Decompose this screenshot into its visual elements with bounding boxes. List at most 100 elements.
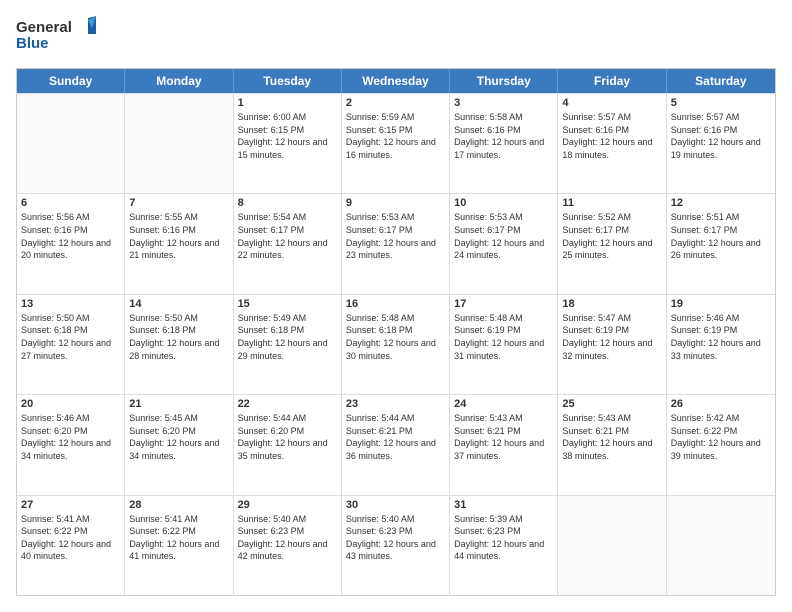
- day-number: 7: [129, 197, 228, 209]
- calendar-empty-cell: [667, 496, 775, 595]
- day-number: 25: [562, 398, 661, 410]
- day-info: Sunrise: 5:39 AM Sunset: 6:23 PM Dayligh…: [454, 513, 553, 563]
- day-number: 12: [671, 197, 771, 209]
- logo-svg: General Blue: [16, 16, 96, 58]
- day-number: 29: [238, 499, 337, 511]
- day-number: 6: [21, 197, 120, 209]
- calendar-row-0: 1Sunrise: 6:00 AM Sunset: 6:15 PM Daylig…: [17, 93, 775, 193]
- calendar-day-23: 23Sunrise: 5:44 AM Sunset: 6:21 PM Dayli…: [342, 395, 450, 494]
- calendar-day-30: 30 Sunrise: 5:40 AM Sunset: 6:23 PM Dayli…: [342, 496, 450, 595]
- calendar-empty-cell: [125, 94, 233, 193]
- calendar-day-17: 17 Sunrise: 5:48 AM Sunset: 6:19 PM Dayli…: [450, 295, 558, 394]
- day-info: Sunrise: 5:48 AM Sunset: 6:18 PM Dayligh…: [346, 312, 445, 362]
- weekday-header-monday: Monday: [125, 69, 233, 93]
- svg-text:Blue: Blue: [16, 35, 49, 52]
- calendar-day-14: 14Sunrise: 5:50 AM Sunset: 6:18 PM Dayli…: [125, 295, 233, 394]
- day-number: 24: [454, 398, 553, 410]
- day-number: 19: [671, 298, 771, 310]
- day-info: Sunrise: 5:44 AM Sunset: 6:20 PM Dayligh…: [238, 412, 337, 462]
- day-info: Sunrise: 5:41 AM Sunset: 6:22 PM Dayligh…: [129, 513, 228, 563]
- calendar-day-2: 2 Sunrise: 5:59 AM Sunset: 6:15 PM Daylig…: [342, 94, 450, 193]
- day-number: 11: [562, 197, 661, 209]
- calendar-header: SundayMondayTuesdayWednesdayThursdayFrid…: [17, 69, 775, 93]
- day-info: Sunrise: 5:49 AM Sunset: 6:18 PM Dayligh…: [238, 312, 337, 362]
- day-number: 28: [129, 499, 228, 511]
- calendar-day-20: 20Sunrise: 5:46 AM Sunset: 6:20 PM Dayli…: [17, 395, 125, 494]
- day-number: 27: [21, 499, 120, 511]
- calendar-day-1: 1Sunrise: 6:00 AM Sunset: 6:15 PM Daylig…: [234, 94, 342, 193]
- calendar-day-9: 9 Sunrise: 5:53 AM Sunset: 6:17 PM Daylig…: [342, 194, 450, 293]
- header: General Blue: [16, 16, 776, 58]
- calendar-day-6: 6 Sunrise: 5:56 AM Sunset: 6:16 PM Daylig…: [17, 194, 125, 293]
- day-info: Sunrise: 5:59 AM Sunset: 6:15 PM Dayligh…: [346, 111, 445, 161]
- calendar-day-22: 22 Sunrise: 5:44 AM Sunset: 6:20 PM Dayli…: [234, 395, 342, 494]
- day-number: 17: [454, 298, 553, 310]
- day-info: Sunrise: 5:47 AM Sunset: 6:19 PM Dayligh…: [562, 312, 661, 362]
- day-info: Sunrise: 5:51 AM Sunset: 6:17 PM Dayligh…: [671, 211, 771, 261]
- calendar-day-27: 27Sunrise: 5:41 AM Sunset: 6:22 PM Dayli…: [17, 496, 125, 595]
- calendar-row-1: 6 Sunrise: 5:56 AM Sunset: 6:16 PM Daylig…: [17, 193, 775, 293]
- day-number: 10: [454, 197, 553, 209]
- calendar-body: 1Sunrise: 6:00 AM Sunset: 6:15 PM Daylig…: [17, 93, 775, 595]
- day-info: Sunrise: 5:52 AM Sunset: 6:17 PM Dayligh…: [562, 211, 661, 261]
- day-info: Sunrise: 5:58 AM Sunset: 6:16 PM Dayligh…: [454, 111, 553, 161]
- day-info: Sunrise: 5:57 AM Sunset: 6:16 PM Dayligh…: [562, 111, 661, 161]
- calendar-empty-cell: [558, 496, 666, 595]
- day-info: Sunrise: 5:45 AM Sunset: 6:20 PM Dayligh…: [129, 412, 228, 462]
- day-number: 30: [346, 499, 445, 511]
- calendar-day-21: 21 Sunrise: 5:45 AM Sunset: 6:20 PM Dayli…: [125, 395, 233, 494]
- calendar-empty-cell: [17, 94, 125, 193]
- day-number: 5: [671, 97, 771, 109]
- calendar-day-26: 26 Sunrise: 5:42 AM Sunset: 6:22 PM Dayli…: [667, 395, 775, 494]
- calendar-day-4: 4 Sunrise: 5:57 AM Sunset: 6:16 PM Daylig…: [558, 94, 666, 193]
- calendar-day-28: 28 Sunrise: 5:41 AM Sunset: 6:22 PM Dayli…: [125, 496, 233, 595]
- calendar-day-31: 31 Sunrise: 5:39 AM Sunset: 6:23 PM Dayli…: [450, 496, 558, 595]
- weekday-header-friday: Friday: [558, 69, 666, 93]
- page: General Blue SundayMondayTuesdayWednesda…: [0, 0, 792, 612]
- weekday-header-thursday: Thursday: [450, 69, 558, 93]
- day-number: 9: [346, 197, 445, 209]
- day-info: Sunrise: 5:42 AM Sunset: 6:22 PM Dayligh…: [671, 412, 771, 462]
- calendar-day-24: 24 Sunrise: 5:43 AM Sunset: 6:21 PM Dayli…: [450, 395, 558, 494]
- logo: General Blue: [16, 16, 96, 58]
- day-info: Sunrise: 5:53 AM Sunset: 6:17 PM Dayligh…: [346, 211, 445, 261]
- day-info: Sunrise: 5:43 AM Sunset: 6:21 PM Dayligh…: [454, 412, 553, 462]
- day-number: 4: [562, 97, 661, 109]
- calendar-day-19: 19Sunrise: 5:46 AM Sunset: 6:19 PM Dayli…: [667, 295, 775, 394]
- day-number: 14: [129, 298, 228, 310]
- day-info: Sunrise: 5:56 AM Sunset: 6:16 PM Dayligh…: [21, 211, 120, 261]
- day-info: Sunrise: 5:40 AM Sunset: 6:23 PM Dayligh…: [346, 513, 445, 563]
- day-number: 8: [238, 197, 337, 209]
- calendar-day-7: 7Sunrise: 5:55 AM Sunset: 6:16 PM Daylig…: [125, 194, 233, 293]
- day-info: Sunrise: 5:48 AM Sunset: 6:19 PM Dayligh…: [454, 312, 553, 362]
- calendar: SundayMondayTuesdayWednesdayThursdayFrid…: [16, 68, 776, 596]
- calendar-day-8: 8 Sunrise: 5:54 AM Sunset: 6:17 PM Daylig…: [234, 194, 342, 293]
- weekday-header-sunday: Sunday: [17, 69, 125, 93]
- calendar-day-13: 13Sunrise: 5:50 AM Sunset: 6:18 PM Dayli…: [17, 295, 125, 394]
- day-info: Sunrise: 5:50 AM Sunset: 6:18 PM Dayligh…: [21, 312, 120, 362]
- calendar-day-5: 5 Sunrise: 5:57 AM Sunset: 6:16 PM Daylig…: [667, 94, 775, 193]
- day-info: Sunrise: 5:57 AM Sunset: 6:16 PM Dayligh…: [671, 111, 771, 161]
- day-number: 3: [454, 97, 553, 109]
- day-info: Sunrise: 5:46 AM Sunset: 6:20 PM Dayligh…: [21, 412, 120, 462]
- calendar-day-25: 25 Sunrise: 5:43 AM Sunset: 6:21 PM Dayli…: [558, 395, 666, 494]
- day-info: Sunrise: 5:53 AM Sunset: 6:17 PM Dayligh…: [454, 211, 553, 261]
- day-info: Sunrise: 5:40 AM Sunset: 6:23 PM Dayligh…: [238, 513, 337, 563]
- day-number: 26: [671, 398, 771, 410]
- calendar-day-3: 3 Sunrise: 5:58 AM Sunset: 6:16 PM Daylig…: [450, 94, 558, 193]
- day-number: 18: [562, 298, 661, 310]
- day-info: Sunrise: 5:43 AM Sunset: 6:21 PM Dayligh…: [562, 412, 661, 462]
- calendar-day-15: 15Sunrise: 5:49 AM Sunset: 6:18 PM Dayli…: [234, 295, 342, 394]
- day-number: 16: [346, 298, 445, 310]
- day-number: 31: [454, 499, 553, 511]
- svg-text:General: General: [16, 19, 72, 36]
- day-number: 21: [129, 398, 228, 410]
- weekday-header-wednesday: Wednesday: [342, 69, 450, 93]
- day-info: Sunrise: 5:54 AM Sunset: 6:17 PM Dayligh…: [238, 211, 337, 261]
- day-number: 1: [238, 97, 337, 109]
- calendar-row-4: 27 Sunrise: 5:41 AM Sunset: 6:22 PM Dayli…: [17, 495, 775, 595]
- day-number: 2: [346, 97, 445, 109]
- calendar-day-10: 10 Sunrise: 5:53 AM Sunset: 6:17 PM Dayli…: [450, 194, 558, 293]
- day-number: 22: [238, 398, 337, 410]
- weekday-header-saturday: Saturday: [667, 69, 775, 93]
